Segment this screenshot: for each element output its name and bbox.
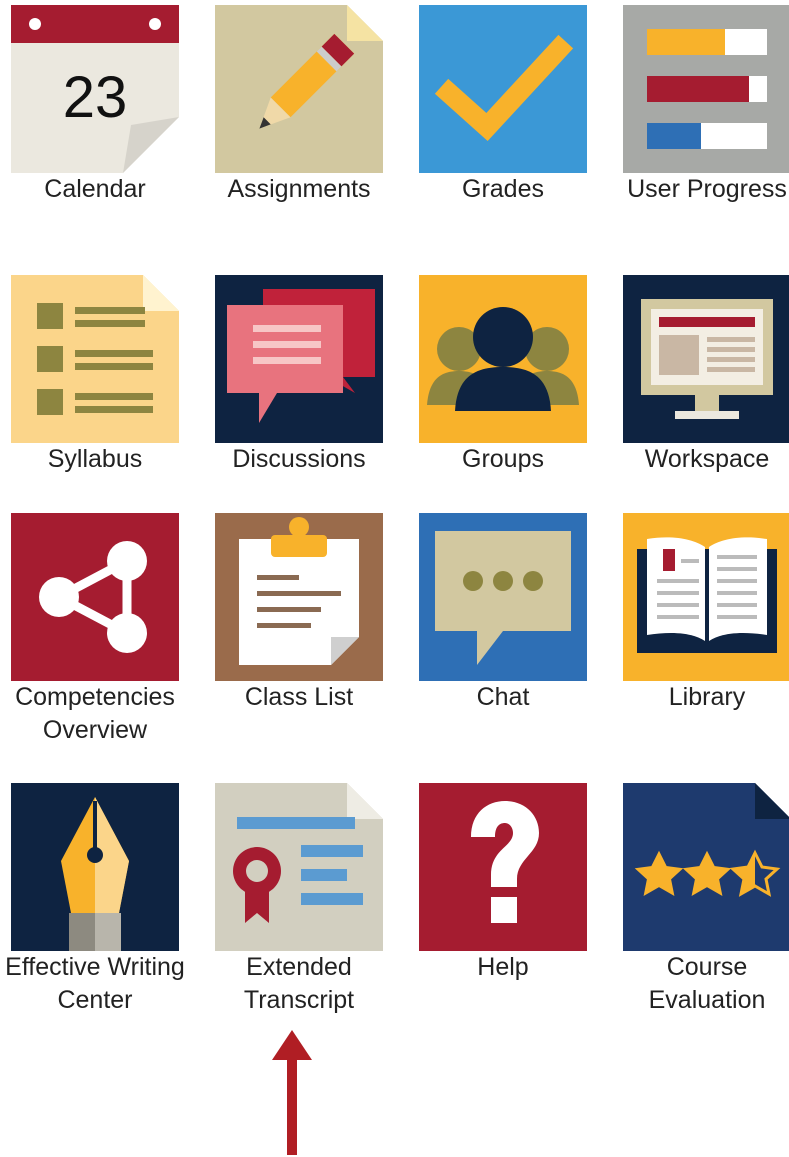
- question-mark-icon: [419, 783, 587, 951]
- star-rating-icon: [623, 783, 789, 951]
- calendar-day: 23: [63, 65, 128, 130]
- people-icon: [419, 275, 587, 443]
- tile-label: Groups: [462, 445, 544, 473]
- pencil-icon: [215, 5, 383, 173]
- tile-label: Extended Transcript: [243, 953, 355, 1014]
- tile-label: Calendar: [44, 175, 146, 203]
- tile-label: Class List: [244, 683, 354, 711]
- tile-label: Grades: [462, 175, 544, 203]
- tile-label: Chat: [476, 683, 530, 711]
- speech-bubbles-icon: [215, 275, 383, 443]
- tile-label: Assignments: [227, 175, 371, 203]
- tile-label: User Progress: [627, 175, 787, 203]
- tile-label: Library: [668, 683, 746, 711]
- tile-label: Course Evaluation: [648, 953, 766, 1014]
- tile-label: Effective Writing Center: [5, 953, 185, 1014]
- tile-label: Help: [477, 953, 529, 981]
- open-book-icon: [623, 513, 789, 681]
- list-document-icon: [11, 275, 179, 443]
- monitor-icon: [623, 275, 789, 443]
- pen-nib-icon: [11, 783, 179, 951]
- clipboard-icon: [215, 513, 383, 681]
- tile-label: Discussions: [232, 445, 366, 473]
- progress-bars-icon: [623, 5, 789, 173]
- chat-bubble-icon: [419, 513, 587, 681]
- calendar-icon: 23: [11, 5, 179, 173]
- tile-label: Syllabus: [47, 445, 143, 473]
- tile-label: Workspace: [644, 445, 770, 473]
- arrow-up-icon: [272, 1030, 312, 1155]
- tile-label: Competencies Overview: [15, 683, 175, 744]
- share-nodes-icon: [11, 513, 179, 681]
- checkmark-icon: [419, 5, 587, 173]
- certificate-icon: [215, 783, 383, 951]
